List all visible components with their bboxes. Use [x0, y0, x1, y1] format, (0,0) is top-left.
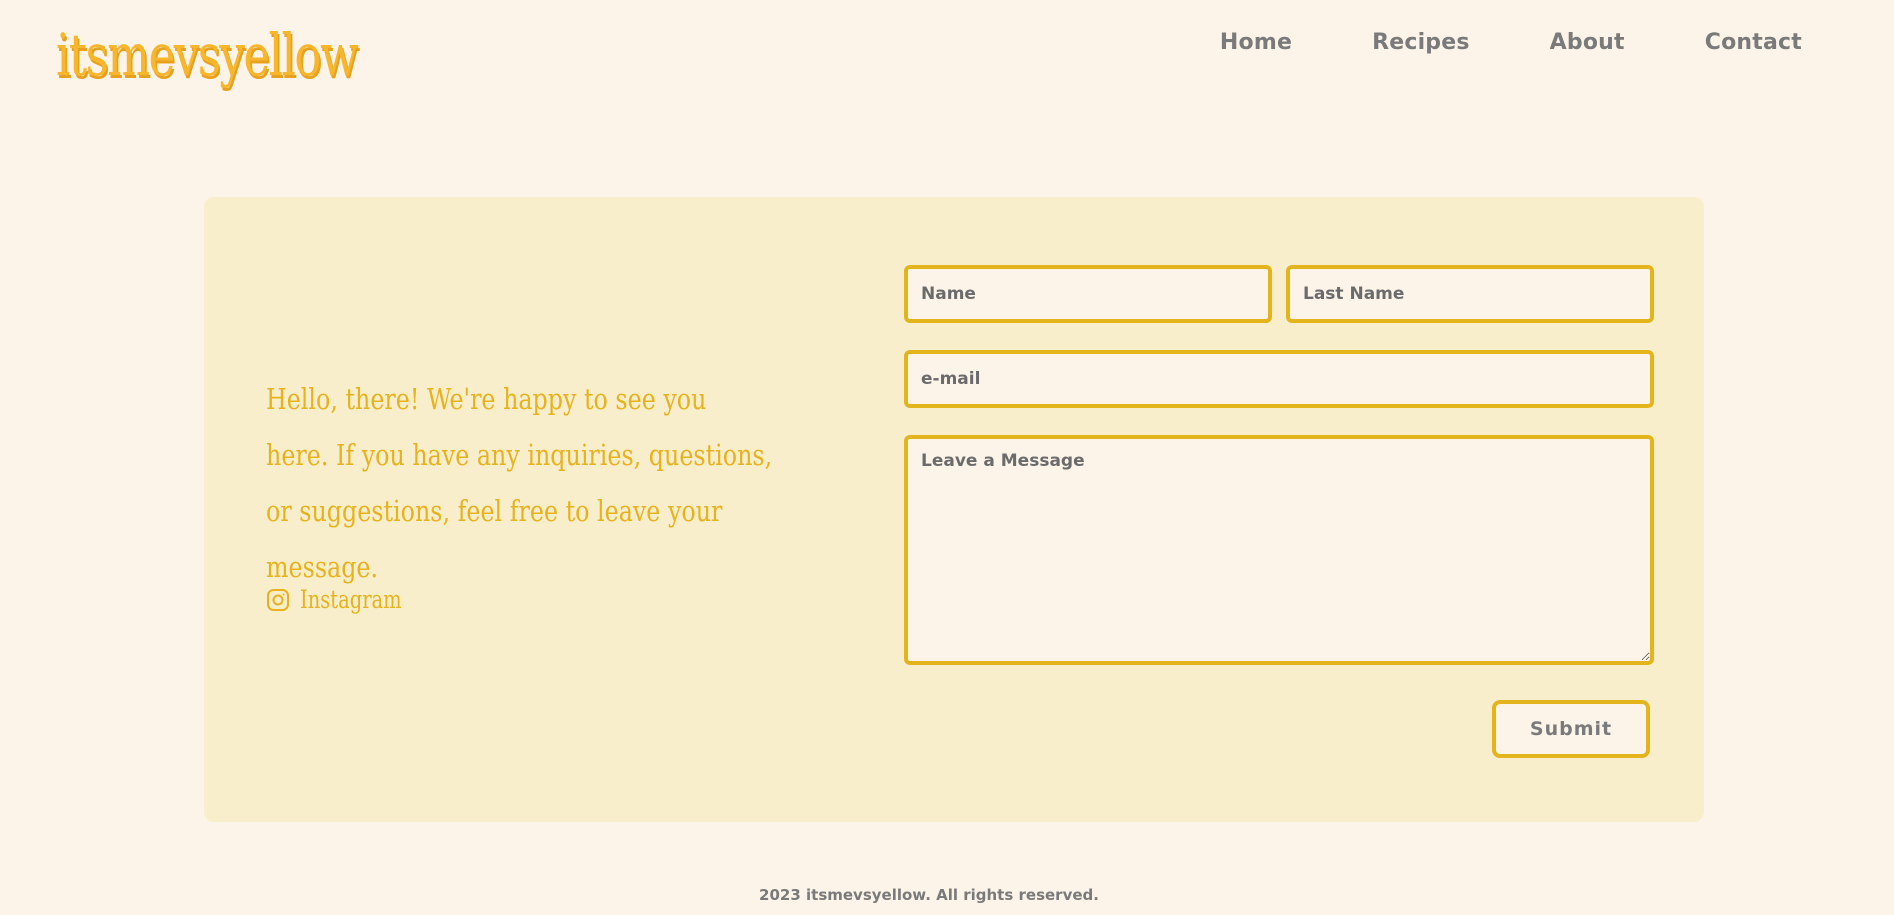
last-name-field[interactable] — [1286, 265, 1654, 323]
instagram-label: Instagram — [300, 585, 402, 614]
instagram-icon — [266, 588, 290, 612]
submit-button[interactable]: Submit — [1492, 700, 1650, 758]
site-header: itsmevsyellow Home Recipes About Contact — [0, 0, 1894, 130]
nav-link-contact[interactable]: Contact — [1705, 26, 1802, 60]
name-field[interactable] — [904, 265, 1272, 323]
nav-link-about[interactable]: About — [1550, 26, 1625, 60]
nav-link-home[interactable]: Home — [1220, 26, 1292, 60]
site-logo[interactable]: itsmevsyellow — [56, 0, 359, 110]
contact-card: Hello, there! We're happy to see you her… — [204, 197, 1704, 822]
instagram-link[interactable]: Instagram — [266, 585, 430, 614]
contact-intro-text: Hello, there! We're happy to see you her… — [266, 382, 773, 584]
nav-link-recipes[interactable]: Recipes — [1372, 26, 1470, 60]
main-nav: Home Recipes About Contact — [1220, 26, 1802, 60]
message-field[interactable] — [904, 435, 1654, 665]
email-field[interactable] — [904, 350, 1654, 408]
footer-copyright: 2023 itsmevsyellow. All rights reserved. — [759, 886, 1099, 904]
